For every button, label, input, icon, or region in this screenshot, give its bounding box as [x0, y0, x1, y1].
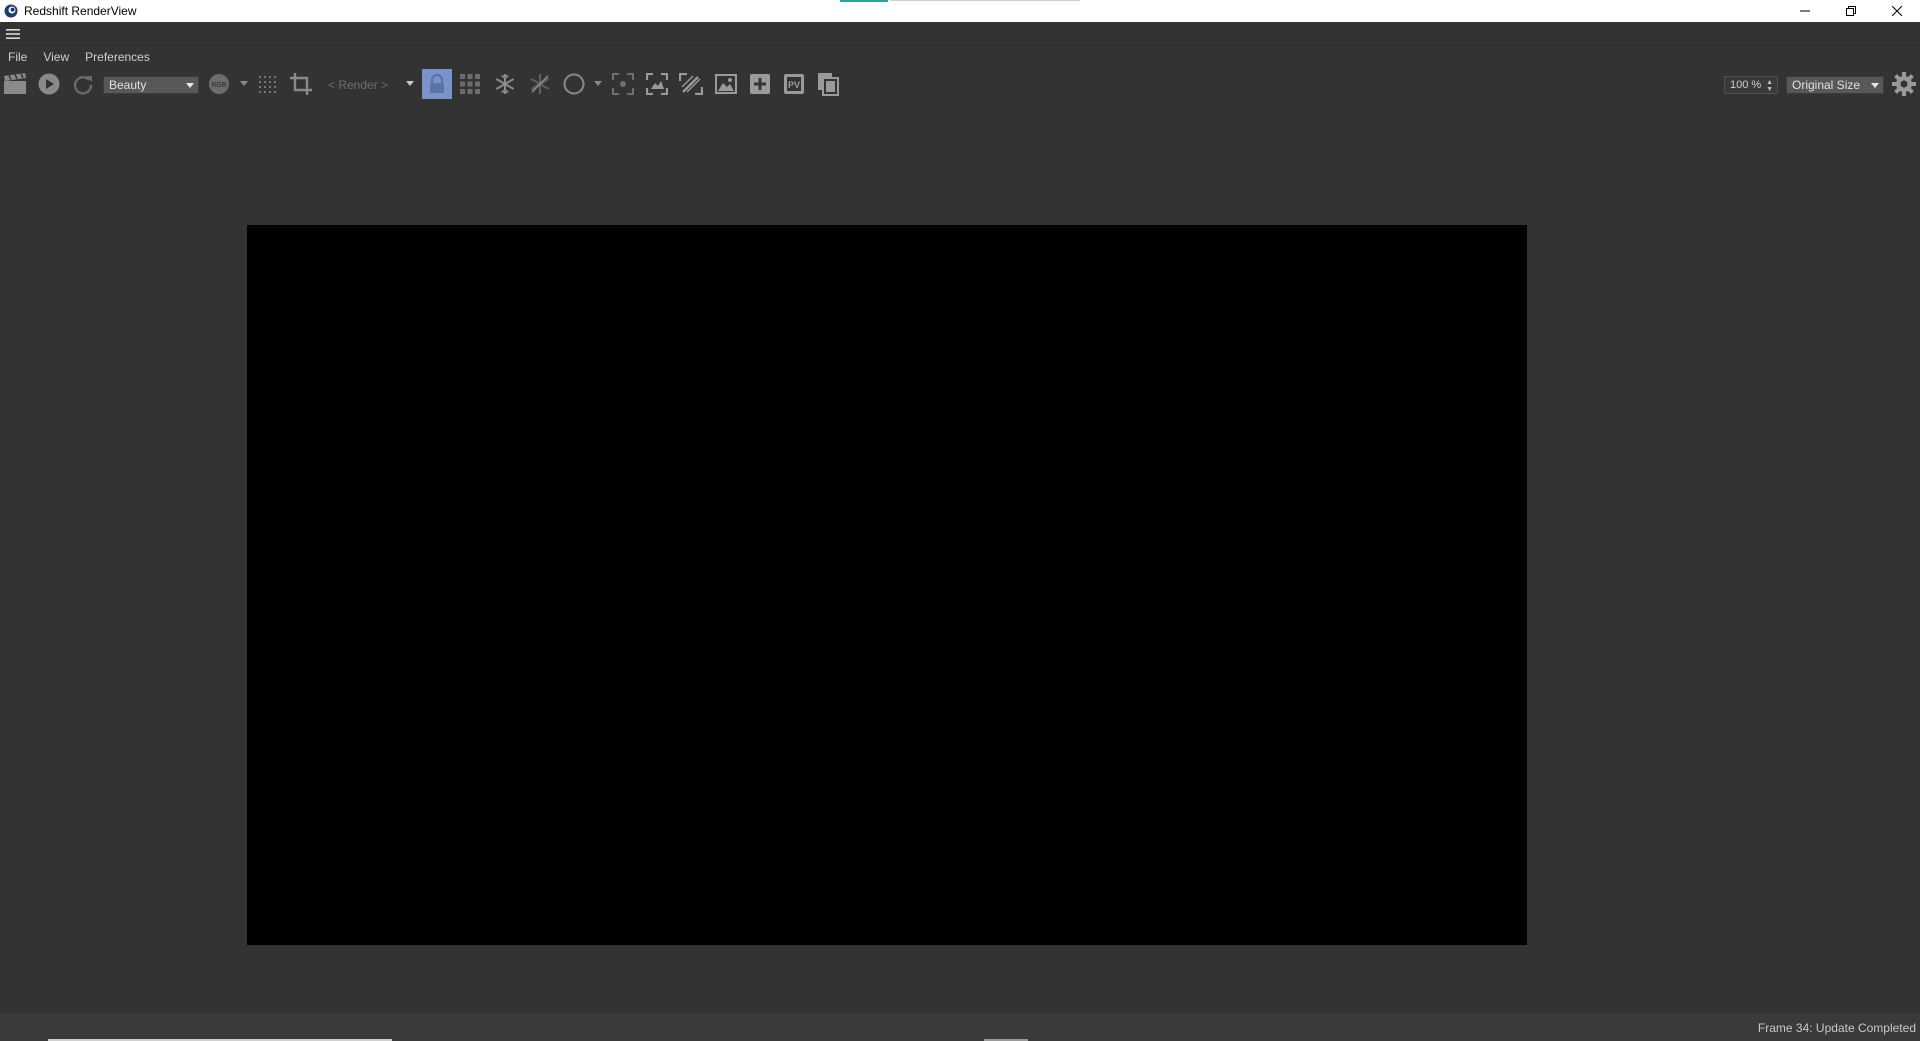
magic-icon [679, 73, 703, 95]
circle-icon [563, 73, 585, 95]
render-field[interactable]: < Render > [328, 76, 400, 94]
menu-file[interactable]: File [0, 50, 35, 64]
grid-overlay-button[interactable] [255, 71, 279, 97]
clapper-icon [3, 73, 26, 94]
close-button[interactable] [1874, 0, 1920, 22]
freeze-button[interactable] [492, 71, 518, 97]
chevron-down-icon [186, 83, 194, 88]
menu-view[interactable]: View [35, 50, 77, 64]
save-image-button[interactable] [713, 71, 739, 97]
render-sequence-button[interactable] [1, 71, 28, 97]
fit-frame-icon [646, 73, 668, 95]
divider [0, 45, 1920, 46]
size-select-value: Original Size [1792, 78, 1861, 92]
snowflake-off-icon [530, 74, 550, 94]
window-controls [1782, 0, 1920, 22]
status-text: Frame 34: Update Completed [1757, 1021, 1916, 1035]
rgb-channel-dropdown[interactable] [238, 71, 250, 97]
minimize-icon [1800, 10, 1810, 12]
settings-button[interactable] [1891, 71, 1917, 97]
aov-select-value: Beauty [109, 78, 147, 92]
bucket-grid-button[interactable] [457, 71, 483, 97]
title-bar: Redshift RenderView [0, 0, 1920, 22]
small-chevron-down-icon [240, 81, 248, 86]
minimize-button[interactable] [1782, 0, 1828, 22]
zoom-input[interactable]: 100 % ▲ ▼ [1724, 76, 1778, 94]
app-logo-icon [4, 4, 18, 18]
hamburger-menu-icon[interactable] [6, 28, 20, 40]
focus-frame-icon [612, 73, 634, 95]
refresh-button[interactable] [70, 71, 96, 97]
grid-icon [259, 76, 276, 93]
hamburger-row [0, 22, 1920, 46]
menu-preferences[interactable]: Preferences [77, 50, 158, 64]
focus-frame-button[interactable] [610, 71, 636, 97]
copy-button[interactable] [815, 71, 841, 97]
chevron-down-icon [1871, 83, 1879, 88]
small-chevron-down-icon [594, 81, 602, 86]
start-render-button[interactable] [36, 71, 62, 97]
lock-button[interactable] [422, 69, 452, 99]
toolbar: Beauty RGB < Render > PV 100 % ▲ ▼ Origi… [0, 68, 1920, 100]
spinner-arrows-icon[interactable]: ▲ ▼ [1766, 79, 1773, 93]
size-select[interactable]: Original Size [1786, 76, 1884, 94]
picture-viewer-button[interactable]: PV [781, 71, 807, 97]
add-snapshot-button[interactable] [747, 71, 773, 97]
restore-icon [1846, 6, 1856, 16]
unfreeze-button[interactable] [527, 71, 553, 97]
circle-tool-dropdown[interactable] [592, 71, 604, 97]
window-title: Redshift RenderView [24, 4, 137, 18]
rgb-channel-icon: RGB [209, 74, 229, 94]
aov-select[interactable]: Beauty [103, 76, 199, 94]
play-icon [38, 73, 60, 95]
pv-label: PV [788, 80, 800, 90]
add-snapshot-icon [750, 74, 770, 94]
close-icon [1892, 6, 1902, 16]
restore-button[interactable] [1828, 0, 1874, 22]
copy-icon [818, 73, 839, 96]
image-icon [715, 74, 737, 94]
magic-button[interactable] [678, 71, 704, 97]
fit-frame-button[interactable] [644, 71, 670, 97]
zoom-value: 100 % [1730, 79, 1762, 91]
bucket-grid-icon [460, 74, 480, 94]
status-bar: Frame 34: Update Completed [0, 1013, 1920, 1041]
rgb-channel-button[interactable]: RGB [207, 71, 231, 97]
settings-gear-icon [1892, 72, 1916, 96]
render-field-label: < Render > [328, 78, 389, 92]
menu-bar: File View Preferences [0, 47, 158, 67]
refresh-icon [73, 76, 93, 95]
small-chevron-down-icon [406, 81, 414, 86]
title-accent-line [840, 0, 888, 2]
crop-icon [290, 73, 312, 95]
snowflake-icon [495, 74, 515, 94]
crop-region-button[interactable] [288, 71, 314, 97]
title-accent-line-2 [890, 0, 1080, 1]
circle-tool-button[interactable] [561, 71, 587, 97]
rgb-label: RGB [211, 82, 227, 89]
pv-icon: PV [784, 74, 804, 94]
render-viewport[interactable] [247, 225, 1527, 945]
lock-icon [430, 74, 444, 93]
render-field-dropdown[interactable] [404, 71, 416, 97]
